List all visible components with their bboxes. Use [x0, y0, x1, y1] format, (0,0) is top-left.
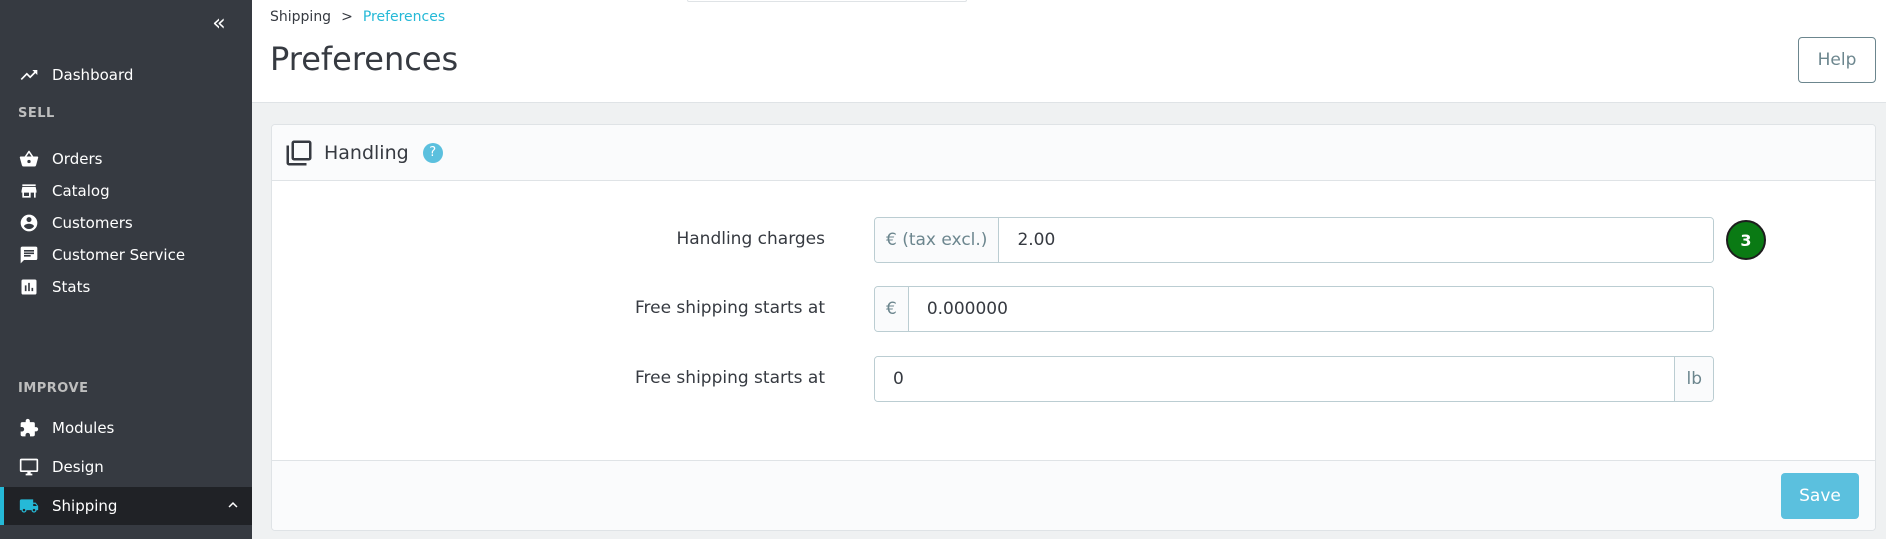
free-shipping-weight-row: Free shipping starts at lb: [272, 356, 1875, 402]
sidebar-section-improve: IMPROVE: [18, 381, 89, 396]
sidebar-item-label: Customer Service: [52, 246, 186, 264]
sidebar-item-label: Modules: [52, 419, 115, 437]
account-circle-icon: [18, 212, 40, 234]
card-title: Handling: [324, 141, 409, 164]
card-footer: Save: [272, 460, 1875, 530]
sidebar-item-stats[interactable]: Stats: [0, 268, 252, 306]
weight-unit-addon: lb: [1674, 357, 1713, 401]
sidebar-item-label: Catalog: [52, 182, 110, 200]
sidebar-item-shipping[interactable]: Shipping: [0, 487, 252, 525]
handling-charges-group: € (tax excl.): [874, 217, 1714, 263]
currency-tax-addon: € (tax excl.): [875, 218, 1000, 262]
puzzle-icon: [18, 417, 40, 439]
free-shipping-price-label: Free shipping starts at: [634, 298, 825, 318]
trending-up-icon: [18, 64, 40, 86]
breadcrumb-separator: >: [341, 9, 353, 25]
page-title: Preferences: [270, 40, 459, 78]
sidebar-item-label: Stats: [52, 278, 91, 296]
handling-card: Handling ? Handling charges € (tax excl.…: [271, 124, 1876, 531]
copy-icon: [284, 138, 314, 168]
collapse-sidebar-button[interactable]: «: [208, 11, 230, 36]
sidebar-item-label: Shipping: [52, 497, 118, 515]
currency-addon: €: [875, 287, 909, 331]
free-shipping-price-group: €: [874, 286, 1714, 332]
sidebar-item-label: Customers: [52, 214, 133, 232]
basket-icon: [18, 148, 40, 170]
sidebar: « Dashboard SELL Orders Catalog Customer…: [0, 0, 252, 539]
sidebar-section-sell: SELL: [18, 106, 55, 121]
sidebar-item-design[interactable]: Design: [0, 448, 252, 486]
step-badge: 3: [1726, 220, 1766, 260]
handling-charges-input[interactable]: [999, 218, 1713, 262]
bar-chart-icon: [18, 276, 40, 298]
chevron-up-icon: [224, 496, 242, 514]
free-shipping-weight-input[interactable]: [875, 357, 1675, 401]
sidebar-item-modules[interactable]: Modules: [0, 409, 252, 447]
free-shipping-price-row: Free shipping starts at €: [272, 286, 1875, 332]
card-header: Handling ?: [272, 125, 1875, 181]
store-icon: [18, 180, 40, 202]
sidebar-item-dashboard[interactable]: Dashboard: [0, 56, 252, 94]
search-bar-edge: [687, 0, 967, 2]
truck-icon: [18, 495, 40, 517]
page-header: Shipping > Preferences Preferences Help: [252, 0, 1886, 103]
sidebar-item-label: Orders: [52, 150, 103, 168]
handling-charges-row: Handling charges € (tax excl.) 3: [272, 217, 1875, 263]
save-button[interactable]: Save: [1781, 473, 1859, 519]
desktop-icon: [18, 456, 40, 478]
breadcrumb-current[interactable]: Preferences: [363, 9, 445, 25]
double-chevron-left-icon: «: [212, 11, 226, 36]
help-icon[interactable]: ?: [422, 142, 443, 163]
free-shipping-weight-group: lb: [874, 356, 1714, 402]
free-shipping-price-input[interactable]: [908, 287, 1713, 331]
help-button[interactable]: Help: [1798, 37, 1876, 83]
breadcrumb-parent-link[interactable]: Shipping: [270, 9, 331, 25]
chat-icon: [18, 244, 40, 266]
free-shipping-weight-label: Free shipping starts at: [634, 368, 825, 388]
handling-charges-label: Handling charges: [676, 229, 825, 249]
sidebar-item-label: Design: [52, 458, 104, 476]
sidebar-item-label: Dashboard: [52, 66, 134, 84]
breadcrumb: Shipping > Preferences: [270, 9, 445, 25]
